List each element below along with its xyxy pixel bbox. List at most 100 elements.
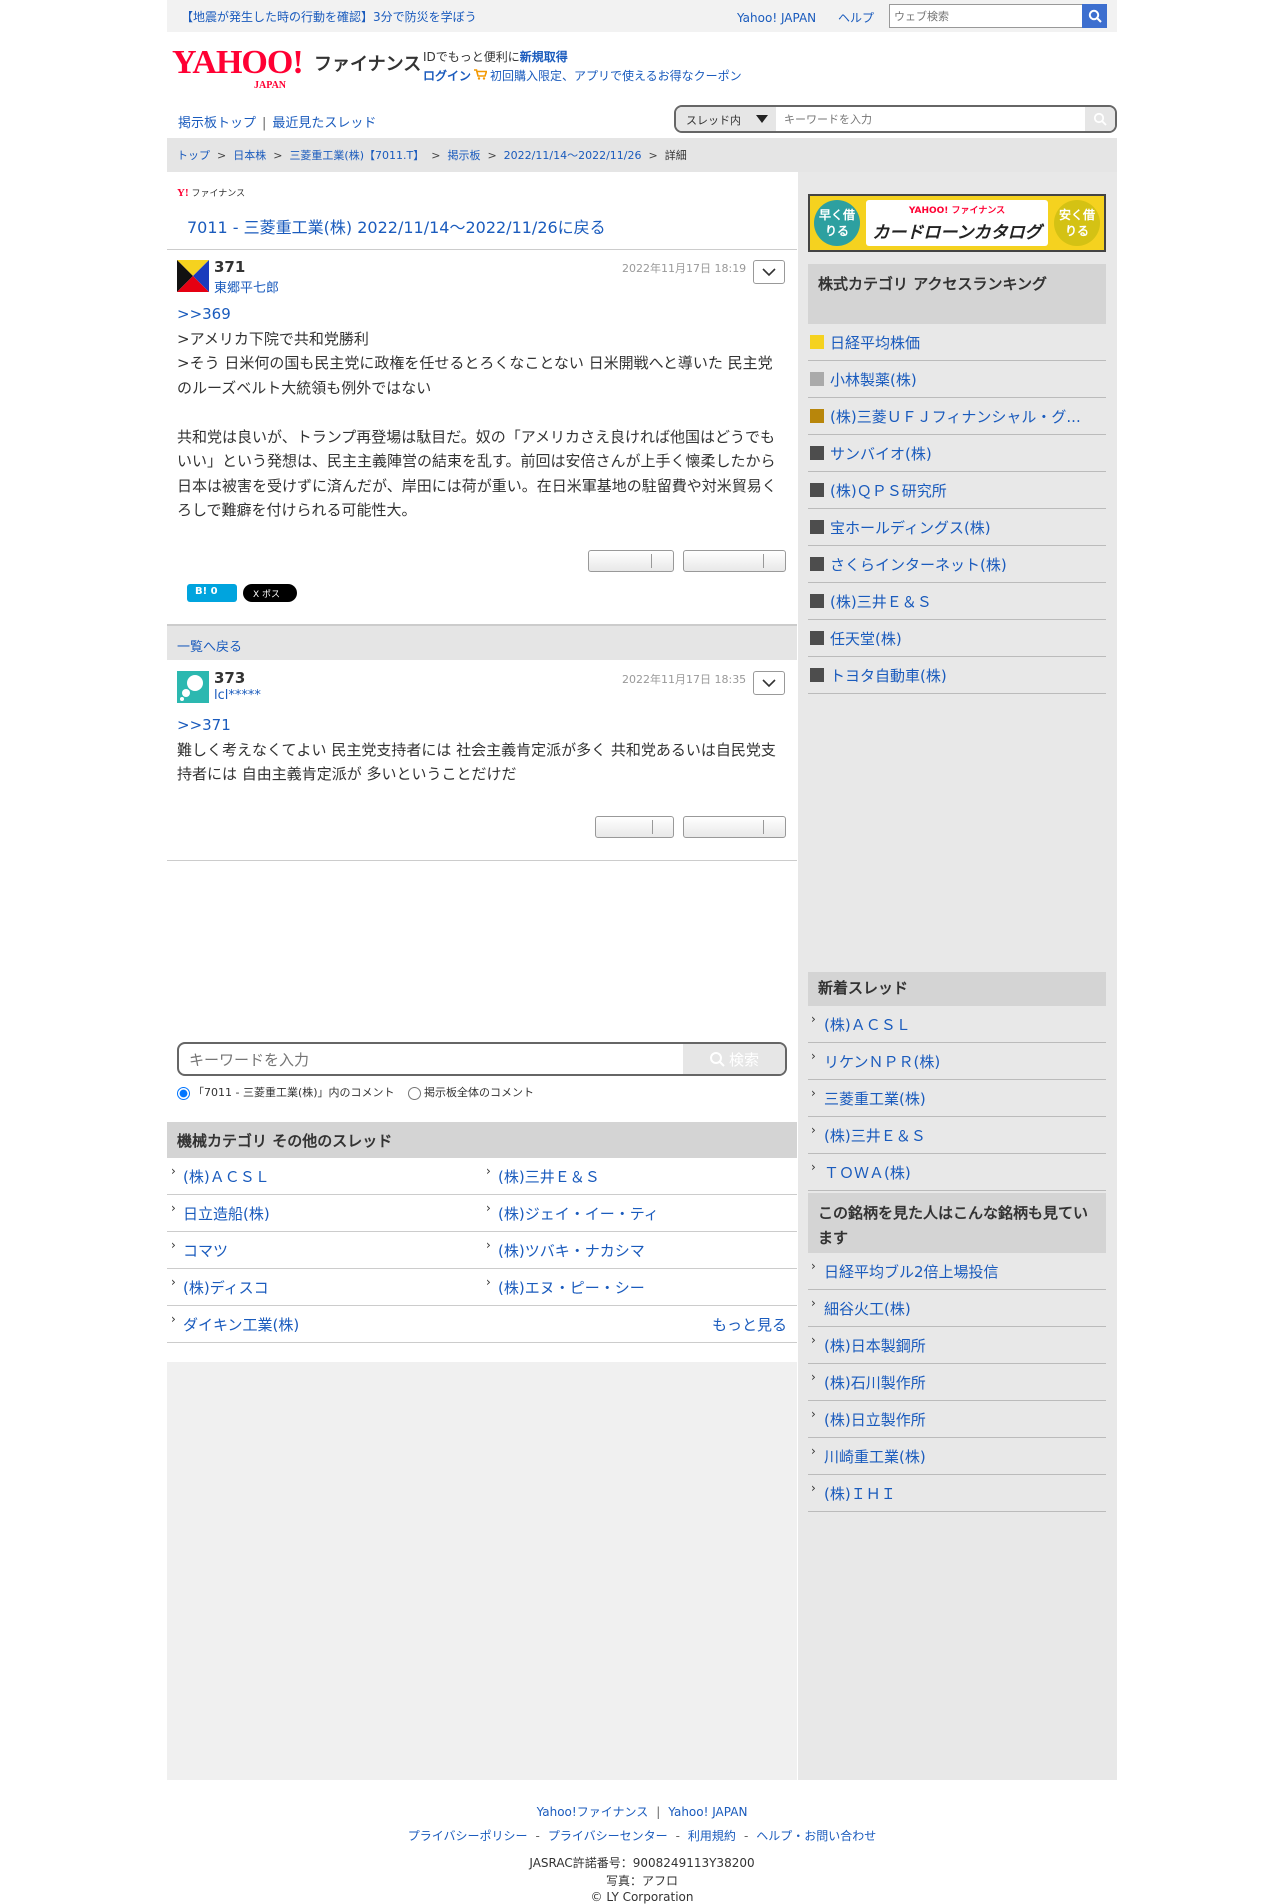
ranking-item[interactable]: 日経平均株価 (808, 324, 1106, 361)
comment-menu-button[interactable] (753, 671, 785, 695)
breadcrumb-stock[interactable]: 三菱重工業(株)【7011.T】 (289, 149, 424, 162)
comment-post: 371 東郷平七郎 2022年11月17日 18:19 >>369 >アメリカ下… (167, 250, 797, 530)
like-button[interactable] (595, 816, 674, 838)
ranking-item-label[interactable]: (株)ＱＰＳ研究所 (830, 482, 947, 500)
search-button-label: 検索 (728, 1050, 759, 1069)
other-threads-heading: 機械カテゴリ その他のスレッド (167, 1122, 797, 1158)
footer-separator: - (743, 1829, 749, 1843)
comment-keyword-input[interactable] (189, 1048, 669, 1072)
ad-title: カードローンカタログ (872, 223, 1042, 243)
also-viewed-link[interactable]: (株)日本製鋼所 (808, 1327, 1106, 1364)
also-viewed-link[interactable]: (株)ＩＨＩ (808, 1475, 1106, 1512)
search-scope-select[interactable]: スレッド内 (676, 107, 776, 131)
breadcrumb-separator: > (273, 149, 283, 162)
ranking-item[interactable]: (株)三菱ＵＦＪフィナンシャル・グ... (808, 398, 1106, 435)
new-thread-link[interactable]: リケンＮＰＲ(株) (808, 1043, 1106, 1080)
card-loan-ad-banner[interactable]: 早く借りる YAHOO! ファイナンス カードローンカタログ 安く借りる (808, 194, 1106, 252)
also-viewed-heading: この銘柄を見た人はこんな銘柄も見ています (808, 1193, 1106, 1253)
radio-thread[interactable] (177, 1086, 190, 1100)
dislike-button[interactable] (683, 816, 786, 838)
new-thread-link[interactable]: (株)ＡＣＳＬ (808, 1006, 1106, 1043)
comment-user[interactable]: 東郷平七郎 (214, 277, 279, 296)
breadcrumb-top[interactable]: トップ (177, 149, 210, 162)
ranking-item[interactable]: (株)ＱＰＳ研究所 (808, 472, 1106, 509)
new-thread-link[interactable]: ＴＯＷＡ(株) (808, 1154, 1106, 1191)
radio-all-scope[interactable]: 掲示板全体のコメント (408, 1086, 534, 1100)
ranking-item[interactable]: さくらインターネット(株) (808, 546, 1106, 583)
yahoo-finance-logo[interactable]: YAHOO! JAPAN ファイナンス (172, 46, 421, 92)
ranking-item[interactable]: 小林製薬(株) (808, 361, 1106, 398)
comment-user[interactable]: lcl***** (214, 688, 261, 703)
footer-help-link[interactable]: ヘルプ・お問い合わせ (756, 1829, 876, 1843)
comment-number: 373 (214, 669, 246, 687)
new-thread-link[interactable]: 三菱重工業(株) (808, 1080, 1106, 1117)
back-to-thread-link[interactable]: 7011 - 三菱重工業(株) 2022/11/14〜2022/11/26に戻る (187, 214, 606, 238)
board-keyword-input[interactable] (784, 107, 1074, 131)
ranking-item-label[interactable]: (株)三井Ｅ＆Ｓ (830, 593, 932, 611)
privacy-center-link[interactable]: プライバシーセンター (548, 1829, 668, 1843)
also-viewed-link[interactable]: 川崎重工業(株) (808, 1438, 1106, 1475)
ranking-item-label[interactable]: 宝ホールディングス(株) (830, 519, 991, 537)
web-search-button[interactable] (1082, 4, 1107, 28)
breadcrumb-period[interactable]: 2022/11/14〜2022/11/26 (504, 149, 642, 162)
comment-line: >アメリカ下院で共和党勝利 (177, 329, 369, 348)
ranking-item[interactable]: 任天堂(株) (808, 620, 1106, 657)
comment-search-button[interactable]: 検索 (683, 1044, 785, 1074)
footer-yahoo-japan-link[interactable]: Yahoo! JAPAN (668, 1805, 747, 1819)
also-viewed-link[interactable]: (株)日立製作所 (808, 1401, 1106, 1438)
ranking-item-label[interactable]: さくらインターネット(株) (830, 556, 1007, 574)
board-top-link[interactable]: 掲示板トップ (178, 116, 256, 131)
thread-link[interactable]: 日立造船(株) (167, 1195, 482, 1232)
footer-yahoo-finance-link[interactable]: Yahoo!ファイナンス (537, 1805, 649, 1819)
reply-ref-link[interactable]: >>371 (177, 716, 231, 734)
ranking-item[interactable]: (株)三井Ｅ＆Ｓ (808, 583, 1106, 620)
ranking-item-label[interactable]: 日経平均株価 (830, 334, 920, 352)
disaster-notice-link[interactable]: 【地震が発生した時の行動を確認】3分で防災を学ぼう (181, 8, 477, 25)
login-link[interactable]: ログイン (423, 69, 471, 83)
ranking-item-label[interactable]: 小林製薬(株) (830, 371, 917, 389)
reply-ref-link[interactable]: >>369 (177, 305, 231, 323)
new-thread-link[interactable]: (株)三井Ｅ＆Ｓ (808, 1117, 1106, 1154)
coupon-link[interactable]: 初回購入限定、アプリで使えるお得なクーポン (490, 69, 742, 83)
more-threads-link[interactable]: もっと見る (712, 1314, 787, 1335)
thread-link[interactable]: (株)三井Ｅ＆Ｓ (482, 1158, 797, 1195)
thread-link[interactable]: (株)ＡＣＳＬ (167, 1158, 482, 1195)
ranking-item-label[interactable]: 任天堂(株) (830, 630, 902, 648)
ranking-item-label[interactable]: トヨタ自動車(株) (830, 667, 947, 685)
thread-link[interactable]: (株)ツバキ・ナカシマ (482, 1232, 797, 1269)
board-search-button[interactable] (1085, 107, 1115, 131)
ranking-item-label[interactable]: サンバイオ(株) (830, 445, 932, 463)
help-link[interactable]: ヘルプ (838, 11, 874, 25)
also-viewed-link[interactable]: 細谷火工(株) (808, 1290, 1106, 1327)
ranking-item[interactable]: トヨタ自動車(株) (808, 657, 1106, 694)
yahoo-japan-link[interactable]: Yahoo! JAPAN (737, 11, 816, 25)
list-back-bar: 一覧へ戻る (167, 624, 797, 660)
privacy-policy-link[interactable]: プライバシーポリシー (408, 1829, 528, 1843)
thread-link[interactable]: ダイキン工業(株) (167, 1306, 797, 1343)
also-viewed-link[interactable]: 日経平均ブル2倍上場投信 (808, 1253, 1106, 1290)
register-link[interactable]: 新規取得 (520, 50, 568, 64)
comment-search-box: 検索 (177, 1042, 787, 1076)
thread-link[interactable]: (株)ジェイ・イー・ティ (482, 1195, 797, 1232)
ranking-item[interactable]: 宝ホールディングス(株) (808, 509, 1106, 546)
breadcrumb-board[interactable]: 掲示板 (447, 149, 480, 162)
also-viewed-link[interactable]: (株)石川製作所 (808, 1364, 1106, 1401)
list-back-link[interactable]: 一覧へ戻る (177, 640, 242, 655)
thread-link[interactable]: (株)ディスコ (167, 1269, 482, 1306)
breadcrumb-japan-stocks[interactable]: 日本株 (233, 149, 266, 162)
recent-threads-link[interactable]: 最近見たスレッド (272, 116, 376, 131)
comment-menu-button[interactable] (753, 260, 785, 284)
dislike-button[interactable] (683, 550, 786, 572)
x-post-button[interactable]: X ポスト (243, 584, 297, 613)
like-button[interactable] (588, 550, 674, 572)
thread-link[interactable]: (株)エヌ・ピー・シー (482, 1269, 797, 1306)
radio-thread-label: 「7011 - 三菱重工業(株)」内のコメント (193, 1086, 395, 1099)
terms-link[interactable]: 利用規約 (688, 1829, 736, 1843)
hatena-bookmark-button[interactable]: B! 0 (187, 584, 237, 602)
ranking-item[interactable]: サンバイオ(株) (808, 435, 1106, 472)
web-search-input[interactable] (890, 5, 1080, 27)
radio-all[interactable] (408, 1086, 422, 1100)
ranking-item-label[interactable]: (株)三菱ＵＦＪフィナンシャル・グ... (830, 408, 1081, 426)
radio-thread-scope[interactable]: 「7011 - 三菱重工業(株)」内のコメント (177, 1086, 395, 1100)
thread-link[interactable]: コマツ (167, 1232, 482, 1269)
